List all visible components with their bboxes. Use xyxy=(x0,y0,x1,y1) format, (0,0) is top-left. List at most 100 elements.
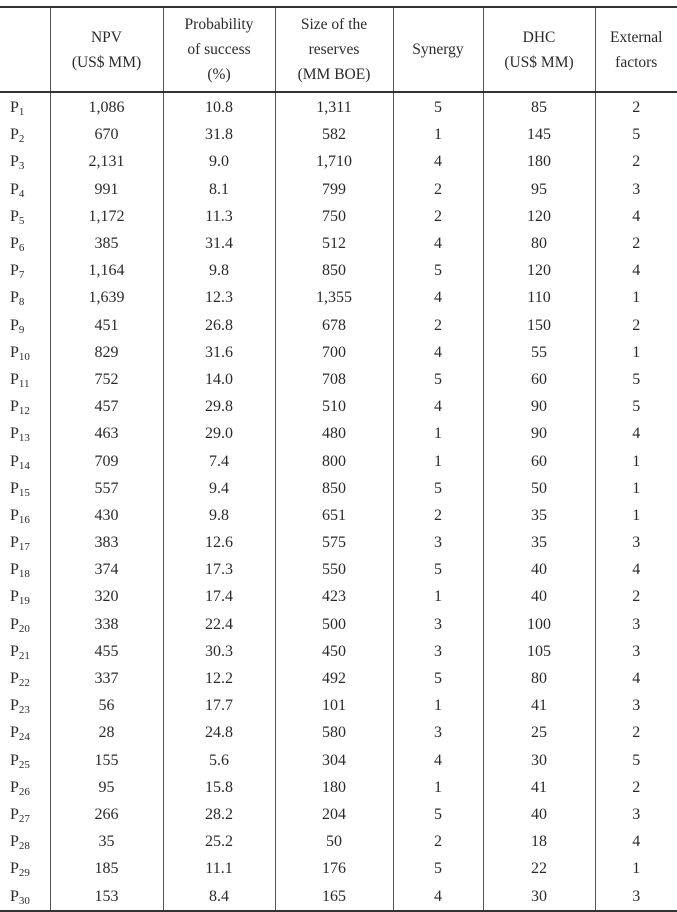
dhc-cell: 40 xyxy=(482,556,596,584)
npv-cell: 455 xyxy=(49,637,164,665)
project-index: 6 xyxy=(18,242,25,255)
reserves-cell: 651 xyxy=(274,501,394,529)
synergy-cell: 2 xyxy=(392,202,484,230)
synergy-cell: 4 xyxy=(392,338,484,366)
external-factors-cell: 2 xyxy=(594,148,677,176)
reserves-cell: 575 xyxy=(274,529,394,557)
project-letter: P xyxy=(10,534,19,552)
project-index: 1 xyxy=(18,106,25,119)
synergy-cell: 5 xyxy=(392,474,484,502)
header-line: (MM BOE) xyxy=(297,66,371,83)
dhc-cell: 150 xyxy=(482,311,596,339)
dhc-cell: 85 xyxy=(482,92,596,122)
table-row: P8 1,639 12.3 1,355 4 110 1 xyxy=(0,284,677,312)
external-factors-cell: 5 xyxy=(594,121,677,149)
dhc-cell: 90 xyxy=(482,420,596,448)
dhc-cell: 55 xyxy=(482,338,596,366)
external-factors-cell: 1 xyxy=(594,447,677,475)
reserves-cell: 1,311 xyxy=(274,92,394,122)
header-line: NPV xyxy=(90,28,122,46)
header-external-factors: External factors xyxy=(594,7,677,93)
project-label: P30 xyxy=(0,882,51,911)
project-index: 7 xyxy=(18,269,25,282)
project-letter: P xyxy=(10,887,19,905)
reserves-cell: 101 xyxy=(274,692,394,720)
project-letter: P xyxy=(10,670,19,688)
dhc-cell: 30 xyxy=(482,746,596,774)
table-row: P6 385 31.4 512 4 80 2 xyxy=(0,229,677,258)
project-label: P11 xyxy=(0,365,51,394)
reserves-cell: 204 xyxy=(274,800,394,829)
external-factors-cell: 4 xyxy=(594,420,677,448)
project-label: P14 xyxy=(0,447,51,475)
probability-cell: 22.4 xyxy=(162,610,276,638)
project-index: 16 xyxy=(18,513,30,526)
dhc-cell: 35 xyxy=(482,501,596,529)
probability-cell: 31.6 xyxy=(162,338,276,366)
project-letter: P xyxy=(10,289,19,307)
npv-cell: 35 xyxy=(49,828,164,856)
external-factors-cell: 2 xyxy=(594,719,677,747)
header-line: External xyxy=(609,28,663,46)
reserves-cell: 180 xyxy=(274,773,394,801)
external-factors-cell: 4 xyxy=(594,202,677,230)
header-probability-of-success: Probability of success (%) xyxy=(162,7,276,93)
project-label: P4 xyxy=(0,175,51,203)
probability-cell: 9.8 xyxy=(162,257,276,285)
probability-cell: 28.2 xyxy=(162,800,276,829)
synergy-cell: 1 xyxy=(392,692,484,720)
dhc-cell: 40 xyxy=(482,583,596,611)
project-label: P28 xyxy=(0,828,51,856)
reserves-cell: 1,355 xyxy=(274,284,394,312)
header-line: (%) xyxy=(207,66,231,83)
project-label: P9 xyxy=(0,311,51,339)
synergy-cell: 2 xyxy=(392,175,484,203)
project-letter: P xyxy=(10,425,19,443)
npv-cell: 457 xyxy=(49,393,164,421)
synergy-cell: 5 xyxy=(392,800,484,829)
npv-cell: 155 xyxy=(49,746,164,774)
project-letter: P xyxy=(10,561,19,579)
probability-cell: 9.0 xyxy=(162,148,276,176)
dhc-cell: 40 xyxy=(482,800,596,829)
header-line: reserves xyxy=(308,41,360,58)
table-row: P2 670 31.8 582 1 145 5 xyxy=(0,121,677,149)
npv-cell: 1,639 xyxy=(49,284,164,312)
external-factors-cell: 5 xyxy=(594,746,677,774)
project-letter: P xyxy=(10,126,19,144)
table-body: P1 1,086 10.8 1,311 5 85 2 P2 670 31.8 582 1 145 5 P3 2… xyxy=(0,92,677,911)
npv-cell: 28 xyxy=(49,719,164,747)
external-factors-cell: 3 xyxy=(594,637,677,665)
project-label: P20 xyxy=(0,610,51,638)
synergy-cell: 5 xyxy=(392,92,484,122)
project-label: P10 xyxy=(0,338,51,366)
reserves-cell: 850 xyxy=(274,257,394,285)
probability-cell: 30.3 xyxy=(162,637,276,665)
npv-cell: 991 xyxy=(49,175,164,203)
synergy-cell: 5 xyxy=(392,257,484,285)
project-index: 14 xyxy=(18,459,30,472)
reserves-cell: 582 xyxy=(274,121,394,149)
synergy-cell: 3 xyxy=(392,719,484,747)
table-row: P9 451 26.8 678 2 150 2 xyxy=(0,311,677,339)
synergy-cell: 2 xyxy=(392,828,484,856)
external-factors-cell: 2 xyxy=(594,311,677,339)
table-row: P4 991 8.1 799 2 95 3 xyxy=(0,175,677,203)
npv-cell: 451 xyxy=(49,311,164,339)
external-factors-cell: 2 xyxy=(594,92,677,122)
project-index: 24 xyxy=(18,731,30,744)
reserves-cell: 550 xyxy=(274,556,394,584)
header-line: Synergy xyxy=(412,41,464,58)
external-factors-cell: 1 xyxy=(594,474,677,502)
external-factors-cell: 4 xyxy=(594,257,677,285)
synergy-cell: 1 xyxy=(392,420,484,448)
probability-cell: 17.3 xyxy=(162,556,276,584)
table-row: P22 337 12.2 492 5 80 4 xyxy=(0,664,677,693)
table-row: P27 266 28.2 204 5 40 3 xyxy=(0,800,677,829)
project-index: 22 xyxy=(18,677,30,690)
dhc-cell: 110 xyxy=(482,284,596,312)
project-letter: P xyxy=(10,751,19,769)
project-letter: P xyxy=(10,316,19,334)
project-label: P16 xyxy=(0,501,51,529)
npv-cell: 1,172 xyxy=(49,202,164,230)
